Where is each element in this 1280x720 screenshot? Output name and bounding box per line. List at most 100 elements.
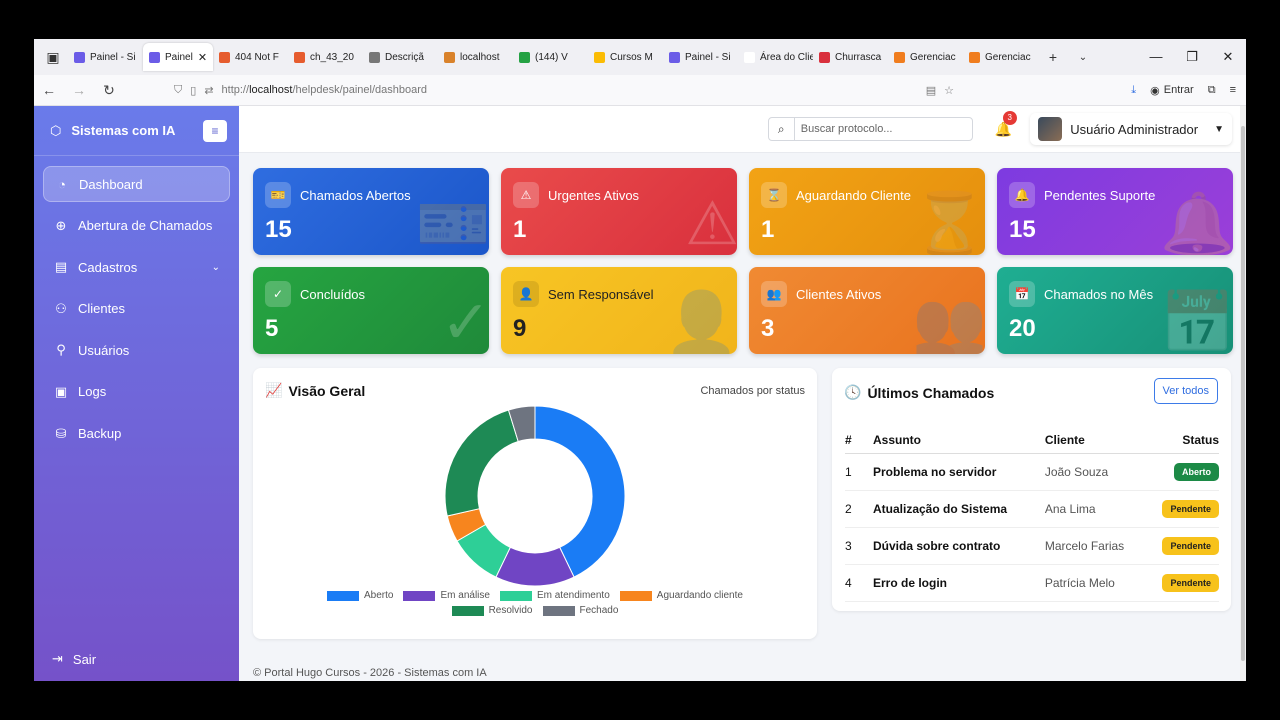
log-icon: ▣ (54, 383, 68, 399)
app: ⬡ Sistemas com IA ≡ ◔ Dashboard ⊕ Abertura … (34, 106, 1246, 681)
extensions-icon[interactable]: ⧉ (1208, 84, 1216, 97)
browser-tab[interactable]: Gerenciac (888, 43, 963, 71)
notification-button[interactable]: 🔔 3 (995, 110, 1017, 138)
tab-label: Descriçã (385, 51, 424, 63)
legend-item[interactable]: Em análise (403, 590, 490, 601)
forward-icon[interactable]: → (64, 82, 94, 98)
status-donut-chart (444, 405, 626, 587)
user-menu[interactable]: Usuário Administrador ▼ (1030, 113, 1232, 145)
tab-list-chevron-icon[interactable]: ⌄ (1068, 52, 1098, 63)
legend-item[interactable]: Fechado (542, 605, 619, 616)
donut-slice-resolvido[interactable] (444, 409, 519, 517)
user-icon: ⚲ (56, 342, 66, 358)
tab-favicon-icon (969, 51, 980, 63)
ticket-watermark-icon: 🎫 (416, 190, 489, 255)
browser-tab[interactable]: Painel ✕ (143, 43, 213, 71)
stat-card[interactable]: ⌛ Aguardando Cliente 1 ⌛ (749, 168, 985, 255)
browser-tab[interactable]: Churrasca (813, 43, 888, 71)
browser-tab[interactable]: Área do Clien (738, 43, 813, 71)
legend-label: Fechado (579, 605, 619, 616)
legend-swatch (542, 605, 575, 616)
page-scrollbar[interactable] (1240, 106, 1246, 681)
reload-icon[interactable]: ↻ (94, 82, 124, 99)
browser-tab[interactable]: Descriçã (363, 43, 438, 71)
menu-toggle-button[interactable]: ≡ (203, 119, 227, 142)
tab-favicon-icon (594, 51, 605, 63)
legend-item[interactable]: Aguardando cliente (619, 590, 743, 601)
status-badge: Pendente (1162, 499, 1219, 518)
stat-card[interactable]: 📅 Chamados no Mês 20 📅 (997, 267, 1233, 354)
minimize-icon[interactable]: — (1138, 49, 1174, 65)
table-header-cell: Cliente (1044, 428, 1147, 454)
sidebar-item-logs[interactable]: ▣ Logs (43, 374, 230, 410)
maximize-icon[interactable]: ❐ (1174, 49, 1210, 65)
stat-card[interactable]: ✓ Concluídos 5 ✓ (253, 267, 489, 354)
close-window-icon[interactable]: ✕ (1210, 49, 1246, 65)
brand-title: Sistemas com IA (71, 123, 176, 138)
view-all-button[interactable]: Ver todos (1153, 378, 1218, 404)
tab-favicon-icon (149, 51, 160, 63)
user-name: Usuário Administrador (1070, 121, 1199, 137)
bell-icon: 🔔 (1009, 182, 1035, 208)
url-bar[interactable]: ⛉ ▯ ⇄ http://localhost/helpdesk/painel/d… (164, 78, 954, 102)
table-header-cell: # (845, 428, 873, 454)
tab-label: ch_43_20 (310, 51, 354, 63)
sidebar-item-clientes[interactable]: ⚇ Clientes (43, 291, 230, 327)
stat-card[interactable]: 👥 Clientes Ativos 3 👥 (749, 267, 985, 354)
legend-swatch (451, 605, 484, 616)
cube-icon: ⬡ (50, 122, 62, 138)
url-text: http://localhost/helpdesk/painel/dashboa… (221, 84, 428, 96)
table-row[interactable]: 1 Problema no servidor João Souza Aberto (845, 453, 1219, 491)
sidebar-item-cadastros[interactable]: ▤ Cadastros ⌄ (43, 249, 230, 285)
table-row[interactable]: 3 Dúvida sobre contrato Marcelo Farias Pend… (845, 527, 1219, 565)
stat-card-title: Aguardando Cliente (796, 187, 911, 203)
legend-item[interactable]: Resolvido (451, 605, 533, 616)
browser-tab[interactable]: localhost (438, 43, 513, 71)
reader-icon[interactable]: ▤ (926, 84, 936, 97)
search-input[interactable]: Buscar protocolo... (795, 123, 893, 135)
tab-overview-icon[interactable]: ▣ (38, 49, 68, 66)
user-x-icon: 👤 (513, 281, 539, 307)
browser-tab[interactable]: Cursos M (588, 43, 663, 71)
browser-tab[interactable]: Gerenciac (963, 43, 1038, 71)
sidebar-item-label: Backup (78, 426, 122, 442)
table-row[interactable]: 2 Atualização do Sistema Ana Lima Pendente (845, 490, 1219, 528)
legend-label: Em atendimento (536, 590, 610, 601)
row-subject: Atualização do Sistema (873, 490, 1045, 528)
sidebar-item-abertura-de-chamados[interactable]: ⊕ Abertura de Chamados (43, 208, 230, 244)
sidebar-item-usu-rios[interactable]: ⚲ Usuários (43, 332, 230, 368)
tab-close-icon[interactable]: ✕ (198, 51, 207, 64)
browser-tab[interactable]: 404 Not F (213, 43, 288, 71)
check-circle-watermark-icon: ✓ (440, 289, 489, 354)
new-tab-icon[interactable]: + (1038, 49, 1068, 65)
legend-item[interactable]: Em atendimento (499, 590, 610, 601)
scrollbar-thumb[interactable] (1241, 126, 1245, 661)
app-menu-icon[interactable]: ≡ (1230, 84, 1236, 96)
table-row[interactable]: 4 Erro de login Patrícia Melo Pendente (845, 564, 1219, 602)
sidebar-item-backup[interactable]: ⛁ Backup (43, 416, 230, 452)
star-icon[interactable]: ☆ (944, 84, 954, 97)
browser-window: ▣ Painel - Si Painel ✕ 404 Not F ch_43_20 Des… (34, 39, 1246, 681)
stat-card[interactable]: 🔔 Pendentes Suporte 15 🔔 (997, 168, 1233, 255)
logout-link[interactable]: ⇥ Sair (52, 651, 96, 667)
stat-card[interactable]: 👤 Sem Responsável 9 👤 (501, 267, 737, 354)
search-box[interactable]: ⌕ Buscar protocolo... (767, 117, 973, 141)
account-button[interactable]: ◉ Entrar (1150, 84, 1194, 97)
download-icon[interactable]: ⤓ (1131, 84, 1136, 97)
browser-tab[interactable]: ch_43_20 (288, 43, 363, 71)
browser-tab[interactable]: (144) V (513, 43, 588, 71)
row-status: Aberto (1146, 453, 1219, 491)
warning-icon: ⚠ (513, 182, 539, 208)
stat-card[interactable]: ⚠ Urgentes Ativos 1 ⚠ (501, 168, 737, 255)
browser-tab[interactable]: Painel - Si (663, 43, 738, 71)
stat-card-title: Chamados Abertos (300, 187, 411, 203)
browser-tab[interactable]: Painel - Si (68, 43, 143, 71)
tab-label: 404 Not F (235, 51, 279, 63)
latest-header: 🕓 Últimos Chamados (844, 384, 994, 401)
sidebar-item-dashboard[interactable]: ◔ Dashboard (43, 166, 230, 202)
stat-card[interactable]: 🎫 Chamados Abertos 15 🎫 (253, 168, 489, 255)
tab-favicon-icon (219, 51, 230, 63)
notification-badge: 3 (1002, 110, 1017, 125)
back-icon[interactable]: ← (34, 82, 64, 98)
legend-item[interactable]: Aberto (327, 590, 393, 601)
